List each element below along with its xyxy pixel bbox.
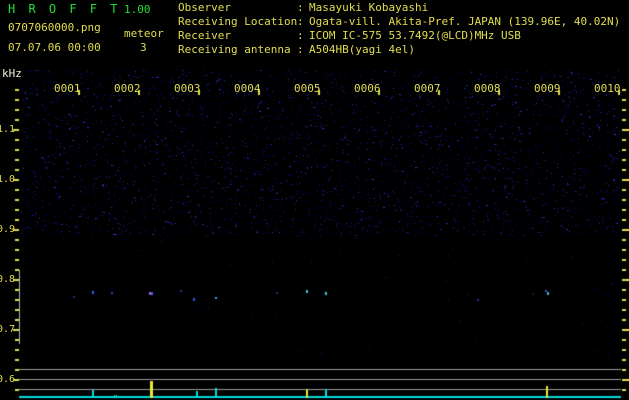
y-axis-unit-label: kHz [2,67,22,80]
x-axis-tick-label: 0009 [534,82,561,95]
info-row-observer: Observer: Masayuki Kobayashi [178,1,620,15]
info-value: Ogata-vill. Akita-Pref. JAPAN (139.96E, … [309,15,621,28]
info-label: Receiving antenna [178,43,291,56]
app-title: H R O F F T [8,2,121,16]
y-axis-tick-label: 0.7 [0,324,16,335]
x-axis-tick-label: 0006 [354,82,381,95]
info-value: ICOM IC-575 53.7492(@LCD)MHz USB [309,29,521,42]
x-axis-tick-label: 0001 [54,82,81,95]
mode-label: meteor [124,27,164,40]
info-separator: : [297,1,304,14]
info-label: Receiver [178,29,231,42]
y-axis-tick-label: 1.1 [0,124,16,135]
y-axis-tick-label: 0.9 [0,224,16,235]
y-axis-tick-label: 0.6 [0,374,16,385]
x-axis-tick-label: 0003 [174,82,201,95]
info-value: A504HB(yagi 4el) [309,43,415,56]
station-info-block: Observer: Masayuki Kobayashi Receiving Lo… [178,1,620,57]
x-axis-tick-label: 0008 [474,82,501,95]
y-axis-tick-label: 1.0 [0,174,16,185]
info-row-receiving-antenna: Receiving antenna: A504HB(yagi 4el) [178,43,620,57]
y-axis-tick-label: 0.8 [0,274,16,285]
info-row-receiver: Receiver: ICOM IC-575 53.7492(@LCD)MHz US… [178,29,620,43]
info-value: Masayuki Kobayashi [309,1,429,14]
info-label: Receiving Location [178,15,298,28]
info-row-receiving-location: Receiving Location: Ogata-vill. Akita-Pre… [178,15,620,29]
x-axis-tick-label: 0010 [594,82,621,95]
output-filename: 0707060000.png [8,21,101,34]
info-label: Observer [178,1,231,14]
info-separator: : [297,43,304,56]
info-separator: : [297,29,304,42]
spectrogram-canvas [0,0,629,400]
app-version: 1.00 [124,3,151,16]
hrofft-output-screen: H R O F F T 1.00 0707060000.png meteor 0… [0,0,629,400]
x-axis-tick-label: 0004 [234,82,261,95]
info-separator: : [297,15,304,28]
x-axis-tick-label: 0005 [294,82,321,95]
datetime-label: 07.07.06 00:00 [8,41,101,54]
x-axis-tick-label: 0007 [414,82,441,95]
echo-count: 3 [140,41,147,54]
x-axis-tick-label: 0002 [114,82,141,95]
